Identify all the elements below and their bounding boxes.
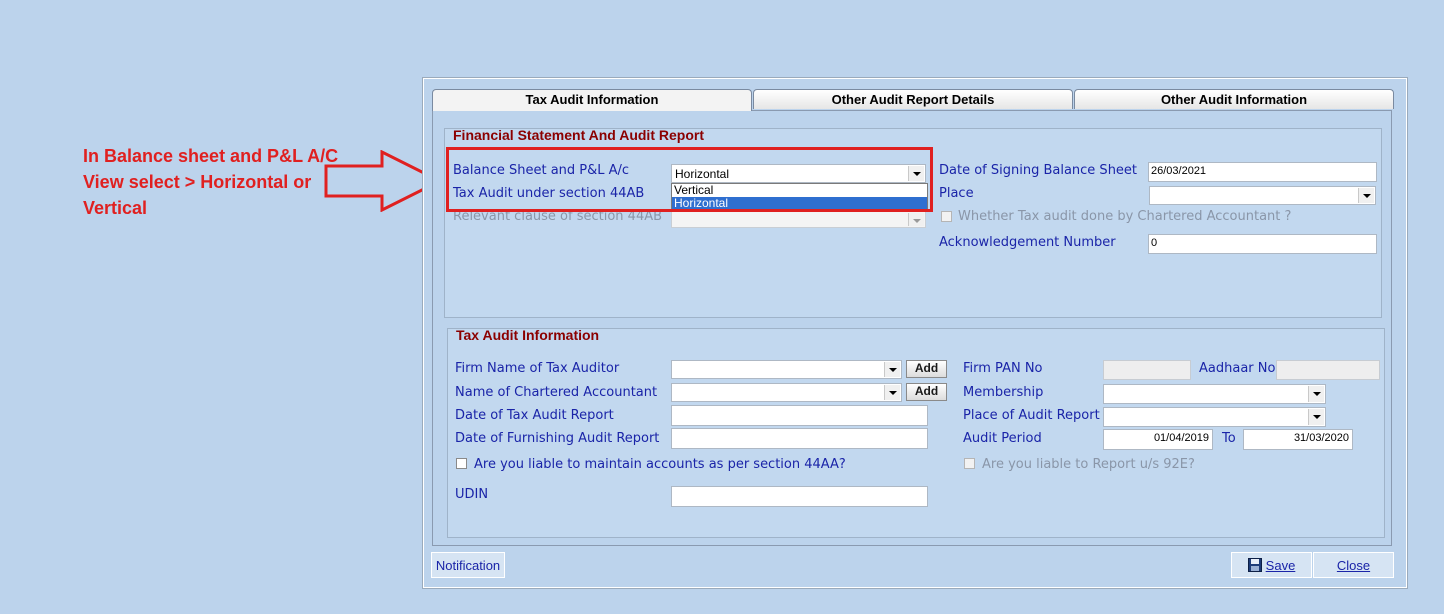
firm-name-select[interactable] [671, 360, 902, 379]
chevron-down-icon [908, 213, 924, 226]
chevron-down-icon[interactable] [1308, 386, 1324, 402]
acknowledgement-field[interactable]: 0 [1148, 234, 1377, 254]
udin-label: UDIN [455, 487, 489, 502]
annotation-highlight-box [446, 147, 933, 212]
save-icon [1247, 558, 1262, 572]
udin-field[interactable] [671, 486, 928, 507]
financial-group-title: Financial Statement And Audit Report [453, 127, 704, 143]
close-label: Close [1336, 558, 1371, 573]
audit-from-field[interactable]: 01/04/2019 [1103, 429, 1213, 450]
tab-other-audit-report-details[interactable]: Other Audit Report Details [753, 89, 1073, 109]
tax-audit-group-title: Tax Audit Information [456, 327, 600, 343]
chartered-accountant-label: Whether Tax audit done by Chartered Acco… [958, 209, 1292, 224]
date-furnishing-field[interactable] [671, 428, 928, 449]
date-signing-field[interactable]: 26/03/2021 [1148, 162, 1377, 182]
relevant-clause-select [671, 211, 926, 228]
tab-other-audit-information[interactable]: Other Audit Information [1074, 89, 1394, 109]
membership-select[interactable] [1103, 384, 1326, 404]
ca-name-label: Name of Chartered Accountant [455, 385, 658, 400]
place-report-select[interactable] [1103, 407, 1326, 427]
add-firm-button[interactable]: Add [906, 360, 947, 378]
date-report-label: Date of Tax Audit Report [455, 408, 614, 423]
close-button[interactable]: Close [1313, 552, 1394, 578]
place-report-label: Place of Audit Report [963, 408, 1100, 423]
liable-92e-checkbox[interactable] [964, 458, 975, 469]
audit-period-label: Audit Period [963, 431, 1042, 446]
notification-button[interactable]: Notification [431, 552, 505, 578]
chevron-down-icon[interactable] [884, 362, 900, 377]
date-furnishing-label: Date of Furnishing Audit Report [455, 431, 660, 446]
place-label: Place [939, 186, 974, 201]
save-button[interactable]: Save [1231, 552, 1312, 578]
aadhaar-field [1276, 360, 1380, 380]
to-label: To [1222, 431, 1236, 446]
membership-label: Membership [963, 385, 1044, 400]
aadhaar-label: Aadhaar No [1199, 361, 1276, 376]
tab-tax-audit-information[interactable]: Tax Audit Information [432, 89, 752, 111]
audit-to-field[interactable]: 31/03/2020 [1243, 429, 1353, 450]
date-report-field[interactable] [671, 405, 928, 426]
chevron-down-icon[interactable] [1358, 188, 1374, 203]
liable-44aa-label: Are you liable to maintain accounts as p… [474, 457, 846, 472]
chevron-down-icon[interactable] [884, 385, 900, 400]
liable-92e-label: Are you liable to Report u/s 92E? [982, 457, 1195, 472]
add-ca-button[interactable]: Add [906, 383, 947, 401]
chevron-down-icon[interactable] [1308, 409, 1324, 425]
place-select[interactable] [1149, 186, 1376, 205]
acknowledgement-label: Acknowledgement Number [939, 235, 1116, 250]
ca-name-select[interactable] [671, 383, 902, 402]
chartered-accountant-checkbox[interactable] [941, 211, 952, 222]
firm-pan-label: Firm PAN No [963, 361, 1043, 376]
firm-name-label: Firm Name of Tax Auditor [455, 361, 620, 376]
date-signing-label: Date of Signing Balance Sheet [939, 163, 1138, 178]
liable-44aa-checkbox[interactable] [456, 458, 467, 469]
save-label: Save [1265, 558, 1296, 573]
firm-pan-field [1103, 360, 1191, 380]
